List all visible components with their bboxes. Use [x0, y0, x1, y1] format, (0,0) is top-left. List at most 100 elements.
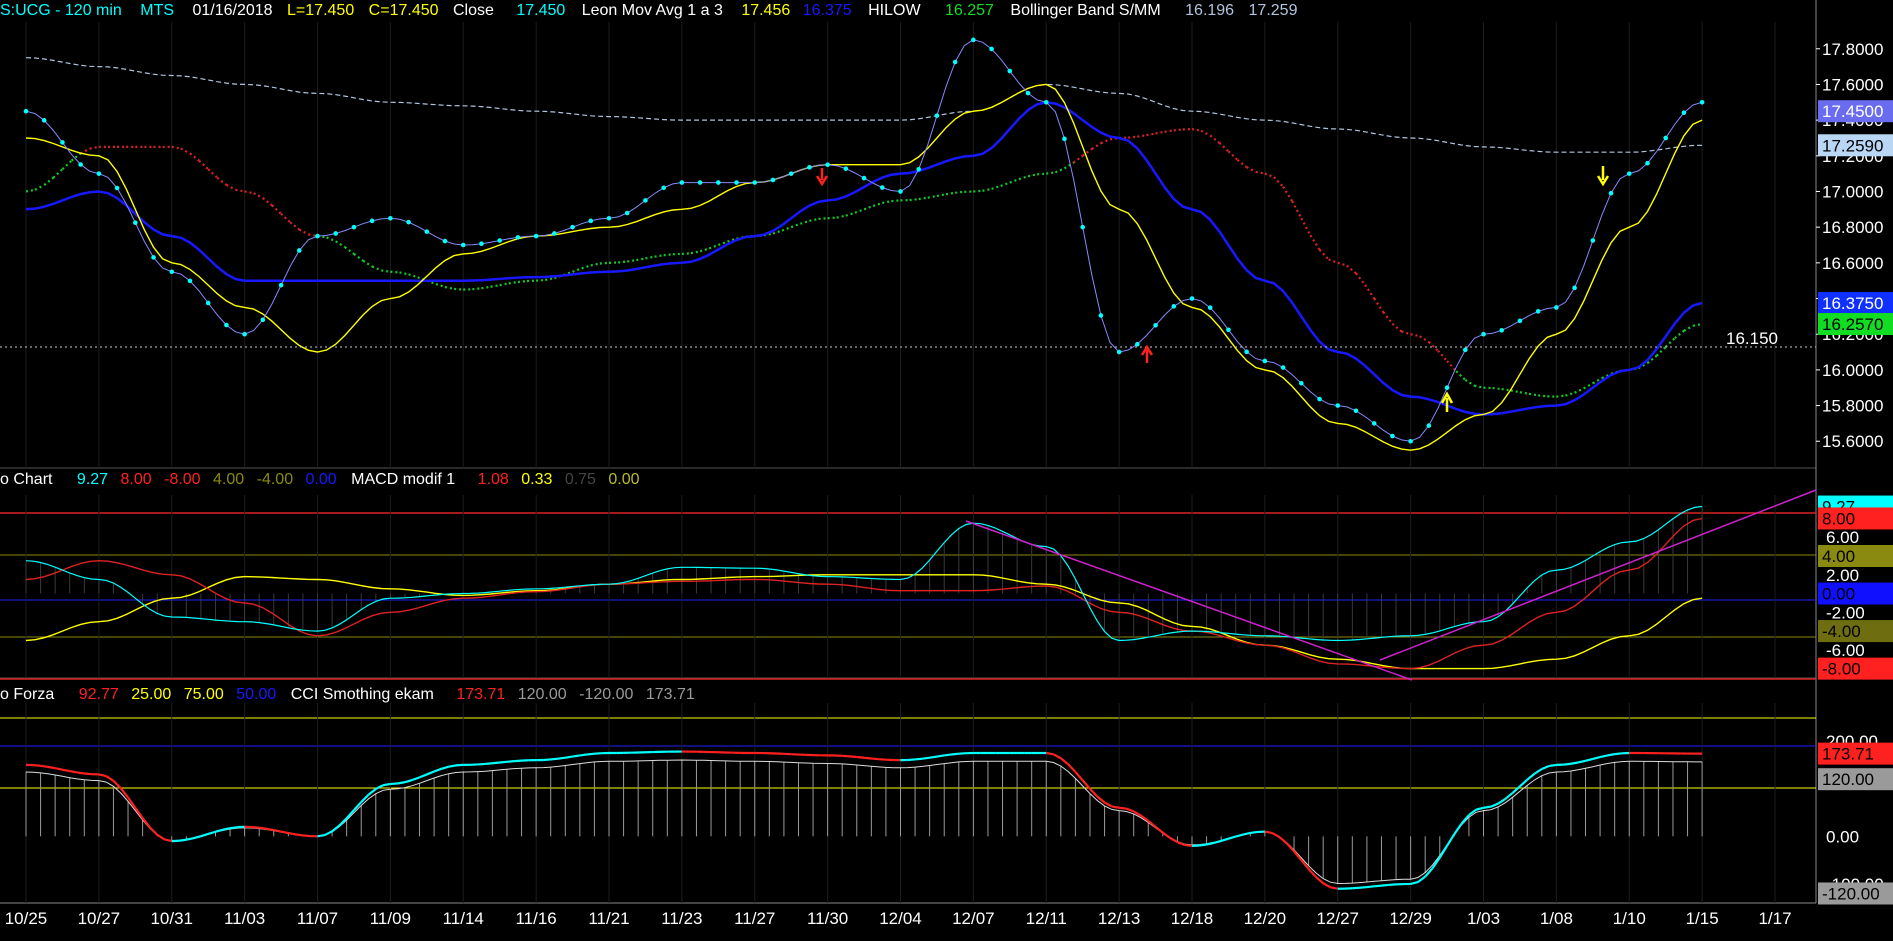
hilow-segment — [872, 201, 883, 207]
y-tick-label: 16.8000 — [1822, 218, 1883, 237]
close-point — [406, 219, 411, 225]
hilow-segment — [1492, 386, 1502, 391]
close-line — [25, 39, 1703, 442]
hilow-segment — [1264, 172, 1275, 179]
hilow-value: 16.257 — [945, 2, 994, 19]
close-point — [442, 238, 448, 244]
hilow-segment — [663, 253, 673, 257]
hilow-segment — [1054, 167, 1065, 174]
cci-segment — [419, 773, 428, 779]
close-point — [1517, 318, 1523, 324]
hilow-segment — [289, 221, 300, 231]
forza-name: o Forza — [0, 686, 54, 703]
hilow-segment — [1565, 391, 1575, 397]
close-point — [770, 177, 776, 183]
hilow-segment — [1501, 387, 1512, 392]
close-point — [825, 162, 830, 168]
close-point — [971, 37, 976, 43]
close-point — [1317, 396, 1322, 402]
hilow-segment — [627, 259, 637, 263]
cci-segment — [579, 753, 588, 757]
x-tick-label: 1/17 — [1758, 909, 1791, 928]
close-point — [952, 59, 958, 65]
cci-segment — [193, 835, 202, 840]
x-tick-label: 12/18 — [1171, 909, 1214, 928]
cci-segment — [433, 767, 442, 773]
cci-segment — [266, 827, 274, 832]
x-tick-label: 1/15 — [1686, 909, 1719, 928]
hilow-segment — [1346, 264, 1357, 275]
close-point — [1408, 438, 1413, 444]
hilow-segment — [1046, 171, 1056, 175]
hilow-segment — [1291, 200, 1303, 219]
cci-segment — [76, 771, 85, 775]
x-tick-label: 11/07 — [297, 909, 338, 928]
cci-segment — [1199, 843, 1207, 847]
cci-segment — [1607, 753, 1615, 757]
hilow-segment — [827, 216, 837, 220]
close-point — [133, 220, 138, 225]
cci-segment — [178, 838, 187, 842]
close-point — [679, 180, 685, 185]
cci-value-4: 173.71 — [646, 686, 695, 703]
cci-segment — [1118, 806, 1127, 810]
cci-segment — [1089, 788, 1099, 798]
close-point — [1116, 349, 1122, 355]
osc-name: o Chart — [0, 471, 53, 488]
cci-segment — [259, 826, 267, 830]
forza-value-2: 25.00 — [131, 686, 171, 703]
cci-segment — [1220, 837, 1229, 842]
close-point — [1663, 135, 1668, 141]
signal-arrows — [815, 166, 1610, 412]
svg-text:S:UCG - 120 min MTS: S:UCG - 120 min MTS 01/16/2018 L=17.450 … — [0, 2, 1298, 19]
y-tick-label: 2.00 — [1826, 566, 1859, 585]
close-point — [1043, 99, 1049, 105]
cci-segment — [1388, 883, 1397, 887]
close-point — [1462, 347, 1468, 353]
cci-segment — [251, 825, 260, 829]
close-label: Close — [453, 2, 494, 19]
cci-segment — [929, 755, 938, 759]
close-point — [1499, 327, 1505, 333]
hilow-segment — [1063, 161, 1075, 170]
cci-segment — [1213, 839, 1222, 844]
cci-segment — [907, 758, 916, 762]
macd-panel — [0, 489, 1817, 681]
x-tick-label: 12/29 — [1389, 909, 1432, 928]
macd-value-1: 1.08 — [478, 471, 509, 488]
cci-segment — [295, 833, 304, 837]
hilow-segment — [1091, 142, 1102, 150]
hilow-segment — [1538, 394, 1548, 398]
price-header: S:UCG - 120 min MTS 01/16/2018 L=17.450 … — [0, 2, 1298, 19]
close-point — [643, 198, 648, 203]
hilow-segment — [280, 212, 291, 224]
cci-segment — [1541, 764, 1550, 771]
cci-segment — [441, 765, 449, 770]
hilow-segment — [1200, 129, 1211, 137]
close-point — [278, 282, 284, 288]
cci-segment — [1526, 772, 1536, 781]
hilow-segment — [1236, 159, 1248, 168]
close-point — [151, 255, 156, 260]
cci-segment — [499, 760, 508, 764]
hilow-segment — [1218, 142, 1230, 153]
cci-segment — [1374, 884, 1382, 888]
hilow-segment — [1282, 186, 1294, 202]
cci-segment — [1577, 759, 1586, 764]
hilow-segment — [1318, 249, 1330, 261]
close-point — [1280, 365, 1286, 370]
hilow-segment — [1173, 128, 1184, 132]
close-value: 17.450 — [516, 2, 565, 19]
hilow-segment — [508, 280, 519, 285]
cci-segment — [1366, 885, 1375, 889]
x-tick-label: 12/27 — [1316, 909, 1359, 928]
close-point — [1554, 305, 1559, 310]
hilow-segment — [572, 267, 583, 273]
close-point — [296, 248, 302, 253]
y-tick-label: 17.6000 — [1822, 75, 1883, 94]
close-eq-value: C=17.450 — [369, 2, 439, 19]
x-tick-label: 12/04 — [879, 909, 922, 928]
cci-segment — [411, 776, 420, 782]
cci-segment — [594, 752, 602, 755]
close-point — [716, 180, 721, 185]
